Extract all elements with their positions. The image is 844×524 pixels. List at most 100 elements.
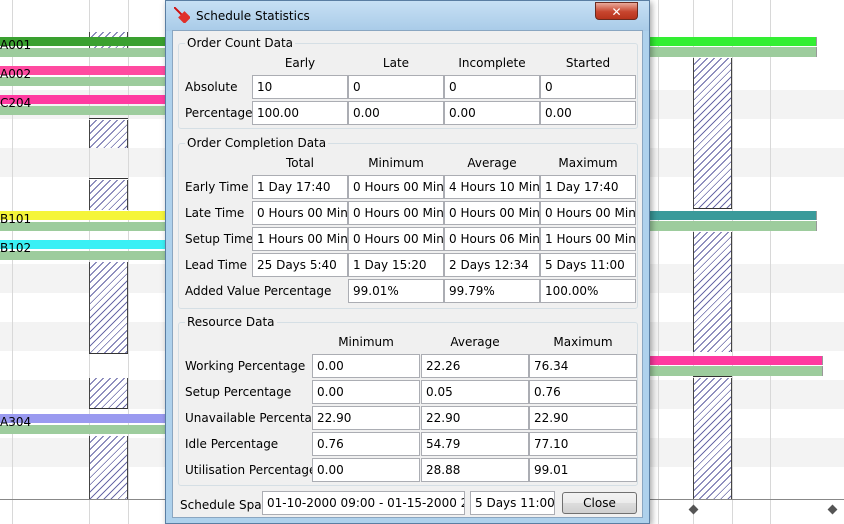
value-field-setup-percentage-minimum[interactable]: 0.00 (312, 380, 420, 404)
value-field-setup-time-total[interactable]: 1 Hours 00 Mins (252, 227, 348, 251)
group-title: Resource Data (185, 315, 277, 329)
value-field-absolute-started[interactable]: 0 (540, 75, 636, 99)
close-window-button[interactable]: ✕ (595, 2, 638, 20)
gantt-bar-right-shadow (650, 366, 823, 376)
value-field-setup-time-maximum[interactable]: 1 Hours 00 Mins (540, 227, 636, 251)
row-label-lead-time: Lead Time (185, 258, 248, 272)
column-header-early: Early (284, 56, 316, 70)
column-header-minimum: Minimum (338, 335, 394, 349)
value-field-setup-percentage-maximum[interactable]: 0.76 (529, 380, 637, 404)
value-field-setup-time-minimum[interactable]: 0 Hours 00 Mins (348, 227, 444, 251)
grid-line (732, 0, 733, 524)
value-field-absolute-incomplete[interactable]: 0 (444, 75, 540, 99)
value-field-lead-time-total[interactable]: 25 Days 5:40 (252, 253, 348, 277)
schedule-span-duration-field[interactable]: 5 Days 11:00 (470, 491, 555, 515)
value-field-percentage-late[interactable]: 0.00 (348, 101, 444, 125)
value-field-early-time-minimum[interactable]: 0 Hours 00 Mins (348, 175, 444, 199)
order-label: B102 (0, 241, 32, 255)
order-label: B101 (0, 212, 32, 226)
value-field-lead-time-average[interactable]: 2 Days 12:34 (444, 253, 540, 277)
gantt-bar-right-green[interactable] (650, 37, 817, 46)
milestone-diamond-icon (827, 504, 838, 515)
unavailable-block (89, 436, 128, 499)
order-label: A304 (0, 415, 32, 429)
value-field-unavailable-percentage-minimum[interactable]: 22.90 (312, 406, 420, 430)
group-title: Order Count Data (185, 36, 296, 50)
column-header-average: Average (467, 156, 517, 170)
group-title: Order Completion Data (185, 136, 329, 150)
column-header-incomplete: Incomplete (458, 56, 526, 70)
value-field-idle-percentage-maximum[interactable]: 77.10 (529, 432, 637, 456)
row-label-unavailable-percentage: Unavailable Percentage (185, 411, 327, 425)
value-field-absolute-late[interactable]: 0 (348, 75, 444, 99)
order-completion-group: Order Completion Data Total Minimum Averag… (178, 136, 638, 309)
column-header-total: Total (285, 156, 315, 170)
column-header-maximum: Maximum (558, 156, 618, 170)
value-field-setup-percentage-average[interactable]: 0.05 (421, 380, 529, 404)
value-field-added-value-percentage-average[interactable]: 99.79% (444, 279, 540, 303)
value-field-unavailable-percentage-maximum[interactable]: 22.90 (529, 406, 637, 430)
order-count-group: Order Count Data Early Late Incomplete Star… (178, 36, 638, 129)
value-field-added-value-percentage-maximum[interactable]: 100.00% (540, 279, 636, 303)
value-field-late-time-total[interactable]: 0 Hours 00 Mins (252, 201, 348, 225)
unavailable-block (693, 232, 732, 352)
row-label-absolute: Absolute (185, 80, 238, 94)
column-header-average: Average (450, 335, 500, 349)
unavailable-block (693, 58, 732, 208)
row-label-percentage: Percentage (185, 106, 253, 120)
gantt-bar-right-shadow (650, 47, 817, 57)
row-label-working-percentage: Working Percentage (185, 359, 306, 373)
order-label: A001 (0, 38, 32, 52)
value-field-working-percentage-maximum[interactable]: 76.34 (529, 354, 637, 378)
unavailable-block (693, 378, 732, 499)
column-header-maximum: Maximum (553, 335, 613, 349)
schedule-span-range-field[interactable]: 01-10-2000 09:00 - 01-15-2000 20:00 (262, 491, 465, 515)
value-field-idle-percentage-average[interactable]: 54.79 (421, 432, 529, 456)
resource-data-group: Resource Data Minimum Average Maximum Worki… (178, 315, 638, 486)
value-field-setup-time-average[interactable]: 0 Hours 06 Mins (444, 227, 540, 251)
value-field-percentage-incomplete[interactable]: 0.00 (444, 101, 540, 125)
dialog-title: Schedule Statistics (196, 9, 310, 23)
order-label: A002 (0, 67, 32, 81)
value-field-utilisation-percentage-maximum[interactable]: 99.01 (529, 458, 637, 482)
hatch-edge (693, 208, 732, 209)
grid-line (770, 0, 771, 524)
value-field-early-time-maximum[interactable]: 1 Day 17:40 (540, 175, 636, 199)
grid-line (658, 0, 659, 524)
row-label-utilisation-percentage: Utilisation Percentage (185, 463, 317, 477)
value-field-early-time-average[interactable]: 4 Hours 10 Mins (444, 175, 540, 199)
close-button[interactable]: Close (562, 492, 637, 514)
value-field-idle-percentage-minimum[interactable]: 0.76 (312, 432, 420, 456)
gantt-bar-right-pink[interactable] (650, 356, 823, 365)
value-field-unavailable-percentage-average[interactable]: 22.90 (421, 406, 529, 430)
row-label-early-time: Early Time (185, 180, 249, 194)
hatch-edge (89, 353, 128, 354)
column-header-started: Started (565, 56, 611, 70)
value-field-working-percentage-average[interactable]: 22.26 (421, 354, 529, 378)
value-field-added-value-percentage-minimum[interactable]: 99.01% (348, 279, 444, 303)
value-field-late-time-average[interactable]: 0 Hours 00 Mins (444, 201, 540, 225)
dialog-client-area: Order Count Data Early Late Incomplete Star… (172, 30, 643, 518)
gantt-bar-right-teal[interactable] (650, 211, 817, 220)
value-field-percentage-started[interactable]: 0.00 (540, 101, 636, 125)
value-field-working-percentage-minimum[interactable]: 0.00 (312, 354, 420, 378)
row-label-setup-time: Setup Time (185, 232, 254, 246)
value-field-late-time-minimum[interactable]: 0 Hours 00 Mins (348, 201, 444, 225)
value-field-absolute-early[interactable]: 10 (252, 75, 348, 99)
value-field-lead-time-maximum[interactable]: 5 Days 11:00 (540, 253, 636, 277)
value-field-utilisation-percentage-minimum[interactable]: 0.00 (312, 458, 420, 482)
dialog-titlebar[interactable]: Schedule Statistics ✕ (166, 1, 649, 31)
hatch-edge (693, 376, 732, 377)
row-label-late-time: Late Time (185, 206, 245, 220)
value-field-lead-time-minimum[interactable]: 1 Day 15:20 (348, 253, 444, 277)
value-field-late-time-maximum[interactable]: 0 Hours 00 Mins (540, 201, 636, 225)
unavailable-block (89, 180, 128, 210)
column-header-late: Late (382, 56, 410, 70)
gantt-bar-right-shadow (650, 221, 817, 231)
value-field-early-time-total[interactable]: 1 Day 17:40 (252, 175, 348, 199)
hatch-edge (89, 118, 128, 119)
hatch-edge (89, 178, 128, 179)
value-field-utilisation-percentage-average[interactable]: 28.88 (421, 458, 529, 482)
column-header-minimum: Minimum (368, 156, 424, 170)
value-field-percentage-early[interactable]: 100.00 (252, 101, 348, 125)
